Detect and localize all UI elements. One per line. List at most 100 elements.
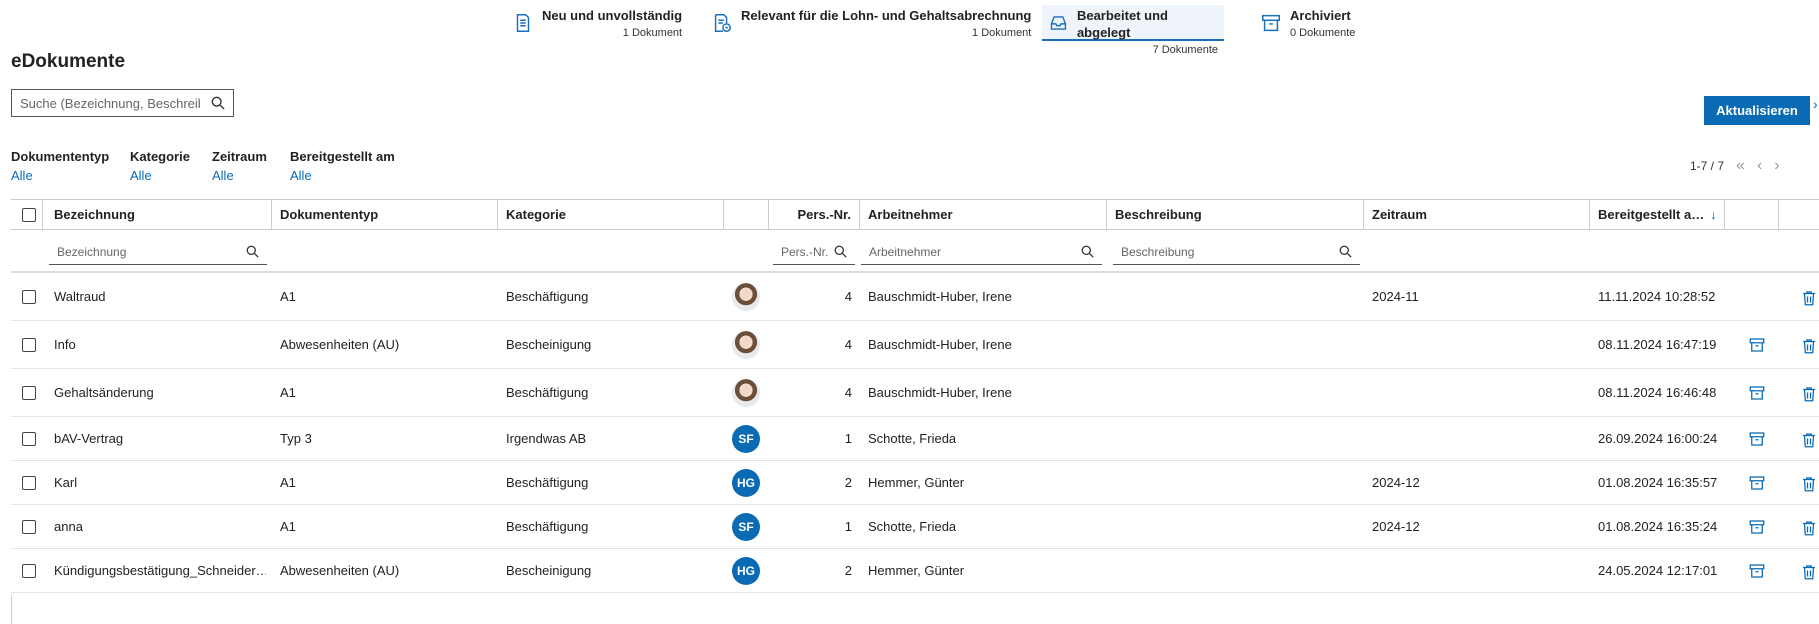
table-row[interactable]: bAV-Vertrag Typ 3 Irgendwas AB SF 1 Schotte, … (11, 417, 1819, 461)
first-page-icon[interactable]: « (1736, 157, 1745, 175)
cell-bezeichnung[interactable]: Karl (54, 461, 266, 504)
filter-value[interactable]: Alle (11, 168, 109, 183)
tab-bar: Neu und unvollständig 1 Dokument Relevant… (0, 5, 1819, 56)
cell-bezeichnung[interactable]: Gehaltsänderung (54, 369, 266, 416)
header-select (11, 200, 43, 230)
trash-icon[interactable] (1800, 273, 1818, 320)
tab-count: 1 Dokument (622, 27, 683, 39)
sort-descending-icon[interactable]: ↓ (1710, 200, 1717, 230)
table-row[interactable]: Kündigungsbestätigung_Schneider… Abwesenh… (11, 549, 1819, 593)
cell-arbeitnehmer: Schotte, Frieda (868, 519, 957, 534)
filter-value[interactable]: Alle (130, 168, 190, 183)
cell-bezeichnung[interactable]: Waltraud (54, 273, 266, 320)
search-icon (834, 245, 847, 258)
row-checkbox[interactable] (22, 519, 36, 534)
filter-label: Bereitgestellt am (290, 149, 395, 164)
row-checkbox[interactable] (22, 289, 36, 304)
row-checkbox[interactable] (22, 475, 36, 490)
archive-icon[interactable] (1748, 549, 1768, 592)
filter-beschreibung-input[interactable] (1121, 244, 1339, 259)
cell-dokumententyp: Abwesenheiten (AU) (280, 563, 400, 578)
search-icon[interactable] (211, 96, 225, 110)
search-input[interactable] (20, 95, 200, 111)
column-dokumententyp[interactable]: Dokumententyp (272, 200, 498, 230)
table-row[interactable]: Info Abwesenheiten (AU) Bescheinigung 4 Baus… (11, 321, 1819, 369)
row-checkbox[interactable] (22, 563, 36, 578)
column-kategorie[interactable]: Kategorie (498, 200, 724, 230)
cell-bezeichnung[interactable]: anna (54, 505, 266, 548)
cell-arbeitnehmer: Bauschmidt-Huber, Irene (868, 337, 1012, 352)
column-zeitraum[interactable]: Zeitraum (1364, 200, 1590, 230)
row-checkbox[interactable] (22, 385, 36, 400)
filter-beschreibung[interactable] (1113, 239, 1360, 265)
row-select (22, 273, 42, 320)
archive-icon[interactable] (1748, 321, 1768, 368)
cell-kategorie: Beschäftigung (506, 289, 589, 304)
filter-bereitgestellt[interactable]: Bereitgestellt am Alle (290, 149, 395, 183)
tab-relevant[interactable]: Relevant für die Lohn- und Gehaltsabrech… (705, 5, 1037, 41)
pagination: 1-7 / 7 « ‹ › (1690, 157, 1780, 175)
archive-icon[interactable] (1748, 417, 1768, 460)
trash-icon[interactable] (1800, 369, 1818, 416)
select-all-checkbox[interactable] (22, 208, 36, 222)
tab-archiviert[interactable]: Archiviert 0 Dokumente (1254, 5, 1361, 41)
more-icon[interactable]: › (1813, 96, 1819, 125)
cell-arbeitnehmer: Schotte, Frieda (868, 431, 957, 446)
archive-icon[interactable] (1748, 461, 1768, 504)
archive-icon (1262, 14, 1280, 32)
filter-persnr[interactable] (773, 239, 855, 265)
tab-bearbeitet[interactable]: Bearbeitet und abgelegt 7 Dokumente (1042, 5, 1224, 56)
filter-row (11, 230, 1819, 273)
row-checkbox[interactable] (22, 431, 36, 446)
archive-icon[interactable] (1748, 369, 1768, 416)
tab-title: Neu und unvollständig (542, 8, 683, 23)
archive-icon[interactable] (1748, 505, 1768, 548)
cell-dokumententyp: A1 (280, 385, 296, 400)
cell-bereitgestellt: 08.11.2024 16:46:48 (1598, 385, 1717, 400)
filter-arbeitnehmer[interactable] (861, 239, 1102, 265)
filter-zeitraum[interactable]: Zeitraum Alle (212, 149, 267, 183)
cell-avatar (732, 273, 766, 320)
column-bezeichnung[interactable]: Bezeichnung (46, 200, 272, 230)
next-page-icon[interactable]: › (1774, 157, 1779, 175)
column-bereitgestellt[interactable]: Bereitgestellt a… ↓ (1590, 200, 1725, 230)
cell-dokumententyp: A1 (280, 289, 296, 304)
tab-neu[interactable]: Neu und unvollständig 1 Dokument (506, 5, 688, 41)
table-row[interactable]: anna A1 Beschäftigung SF 1 Schotte, Frieda 202… (11, 505, 1819, 549)
pagination-range: 1-7 / 7 (1690, 159, 1725, 173)
table-row[interactable]: Karl A1 Beschäftigung HG 2 Hemmer, Günter 2024… (11, 461, 1819, 505)
trash-icon[interactable] (1800, 549, 1818, 592)
filter-value[interactable]: Alle (290, 168, 395, 183)
trash-icon[interactable] (1800, 505, 1818, 548)
filter-persnr-input[interactable] (781, 244, 834, 259)
filter-dokumententyp[interactable]: Dokumententyp Alle (11, 149, 109, 183)
filter-arbeitnehmer-input[interactable] (869, 244, 1081, 259)
refresh-button[interactable]: Aktualisieren (1704, 96, 1810, 125)
column-arbeitnehmer[interactable]: Arbeitnehmer (860, 200, 1107, 230)
cell-kategorie: Beschäftigung (506, 385, 589, 400)
cell-bezeichnung[interactable]: Kündigungsbestätigung_Schneider… (54, 549, 266, 592)
trash-icon[interactable] (1800, 321, 1818, 368)
column-beschreibung[interactable]: Beschreibung (1107, 200, 1364, 230)
trash-icon[interactable] (1800, 461, 1818, 504)
row-checkbox[interactable] (22, 337, 36, 352)
cell-kategorie: Irgendwas AB (506, 431, 587, 446)
tab-title: Relevant für die Lohn- und Gehaltsabrech… (741, 8, 1032, 23)
filter-bezeichnung[interactable] (49, 239, 267, 265)
trash-icon[interactable] (1800, 417, 1818, 460)
cell-bezeichnung[interactable]: Info (54, 321, 266, 368)
cell-bezeichnung[interactable]: bAV-Vertrag (54, 417, 266, 460)
filter-kategorie[interactable]: Kategorie Alle (130, 149, 190, 183)
divider (11, 595, 12, 624)
column-persnr[interactable]: Pers.-Nr. (769, 200, 860, 230)
cell-zeitraum: 2024-12 (1372, 519, 1420, 534)
row-select (22, 369, 42, 416)
search-box[interactable] (11, 89, 234, 117)
filter-value[interactable]: Alle (212, 168, 267, 183)
table-row[interactable]: Gehaltsänderung A1 Beschäftigung 4 Bauschmid… (11, 369, 1819, 417)
previous-page-icon[interactable]: ‹ (1757, 157, 1762, 175)
cell-avatar: SF (732, 417, 766, 460)
filter-bezeichnung-input[interactable] (57, 244, 246, 259)
table-body: Waltraud A1 Beschäftigung 4 Bauschmidt-Huber… (11, 273, 1819, 593)
table-row[interactable]: Waltraud A1 Beschäftigung 4 Bauschmidt-Huber… (11, 273, 1819, 321)
